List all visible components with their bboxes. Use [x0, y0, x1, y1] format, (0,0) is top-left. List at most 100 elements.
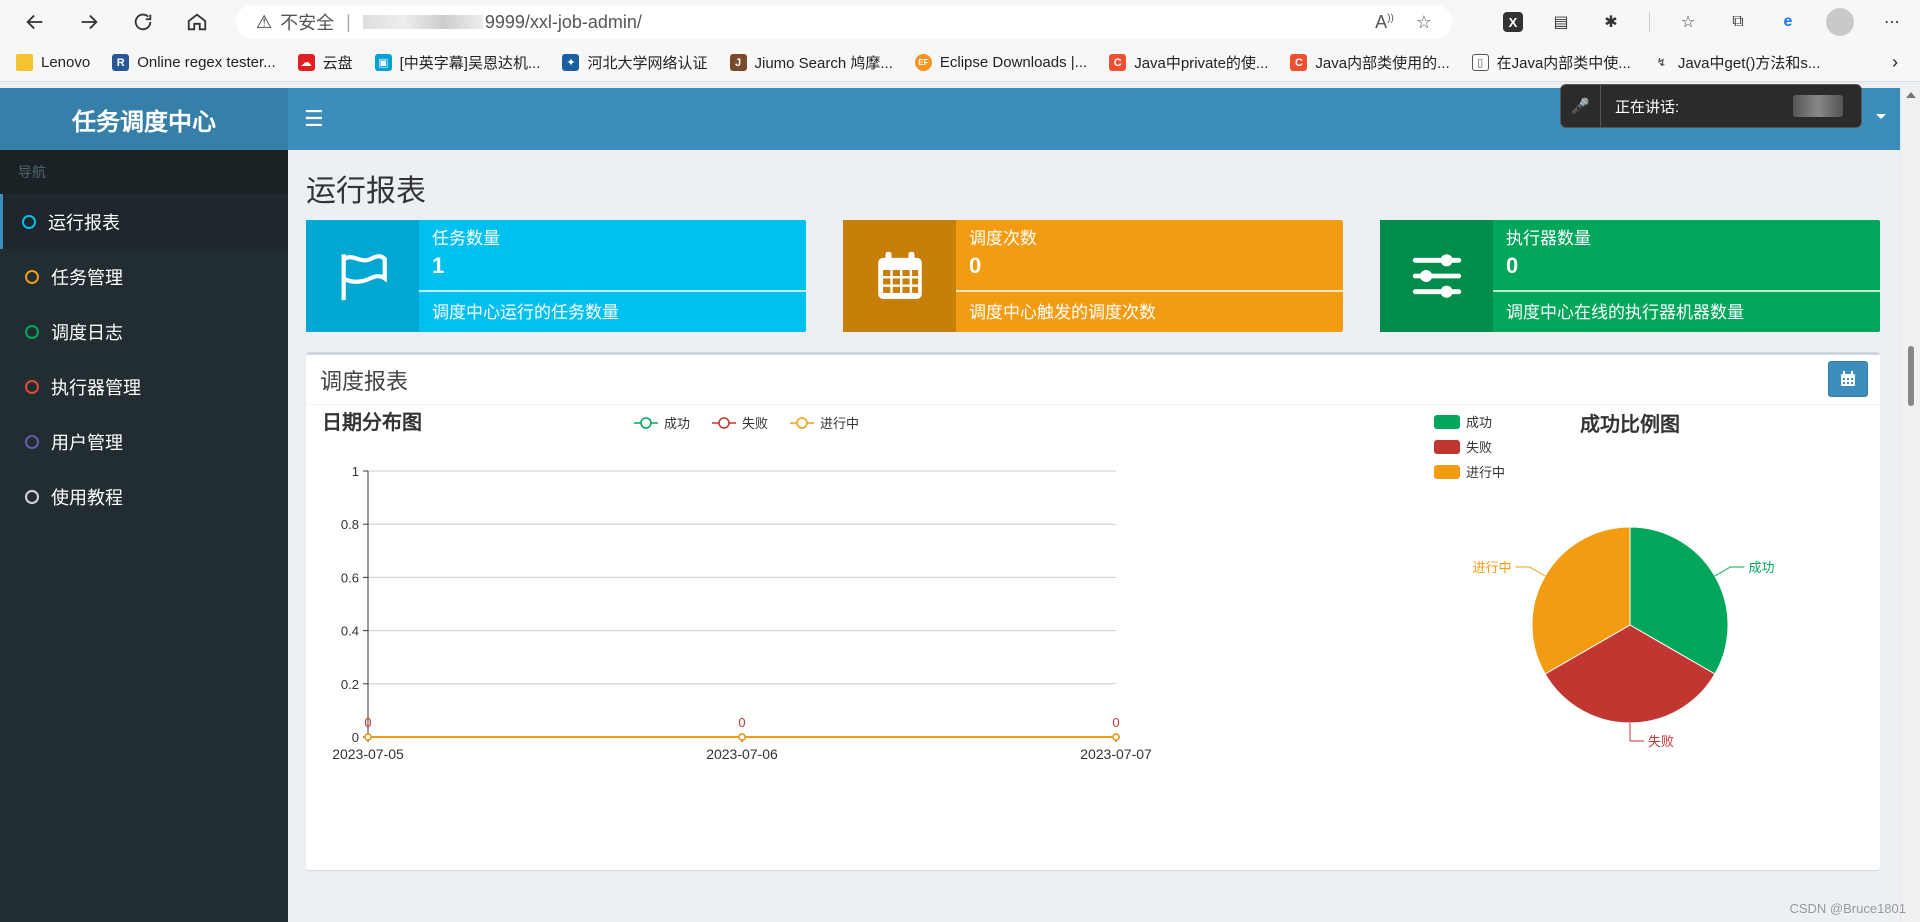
url-text: 9999/xxl-job-admin/	[484, 11, 642, 32]
legend-swatch	[1434, 415, 1460, 429]
sidebar-item-label: 执行器管理	[51, 377, 141, 398]
legend-marker	[718, 417, 730, 429]
sidebar-item[interactable]: 执行器管理	[0, 359, 288, 414]
calendar-icon	[843, 220, 956, 332]
legend-label: 成功	[1466, 415, 1492, 430]
insecure-label: 不安全	[280, 13, 335, 33]
bookmark-item[interactable]: ↯ Java中get()方法和s...	[1653, 52, 1821, 73]
bookmark-label: Java内部类使用的...	[1315, 55, 1450, 72]
date-range-button[interactable]	[1828, 361, 1868, 397]
bookmark-label: [中英字幕]吴恩达机...	[399, 55, 541, 72]
profile-avatar[interactable]	[1826, 8, 1854, 36]
bookmark-label: Eclipse Downloads |...	[939, 54, 1088, 71]
bookmark-item[interactable]: C Java中private的使...	[1109, 52, 1268, 73]
favorites-icon[interactable]: ☆	[1676, 10, 1700, 34]
legend-swatch	[1434, 440, 1460, 454]
x-tick-label: 2023-07-07	[1080, 746, 1152, 762]
page-scrollbar[interactable]	[1900, 88, 1920, 922]
csdn-icon: C	[1109, 54, 1127, 71]
collections-icon[interactable]: ⧉	[1726, 10, 1750, 34]
speaking-indicator: 🎤 正在讲话:	[1560, 84, 1862, 128]
add-favorite-icon[interactable]: ☆	[1416, 12, 1432, 33]
sidebar-item-label: 使用教程	[51, 487, 123, 508]
circle-icon	[25, 379, 39, 394]
doc-icon: ▯	[1471, 54, 1489, 71]
sliders-icon	[1380, 220, 1493, 332]
home-icon	[187, 13, 207, 31]
read-aloud-icon[interactable]: A))	[1375, 12, 1394, 33]
circle-icon	[25, 269, 39, 284]
info-box-description: 调度中心触发的调度次数	[969, 303, 1156, 322]
legend-swatch	[1434, 465, 1460, 479]
refresh-button[interactable]	[128, 7, 158, 37]
sidebar-item[interactable]: 使用教程	[0, 469, 288, 524]
tv-icon: ▣	[374, 54, 392, 71]
info-box-content: 执行器数量 0 调度中心在线的执行器机器数量	[1493, 220, 1880, 332]
regex-site-icon: R	[112, 54, 130, 71]
sidebar-item[interactable]: 任务管理	[0, 249, 288, 304]
refresh-icon	[134, 13, 152, 31]
bookmark-label: 在Java内部类中使...	[1496, 55, 1631, 72]
data-point	[1112, 733, 1120, 741]
chart-title: 日期分布图	[322, 410, 422, 434]
scroll-up-icon[interactable]	[1906, 92, 1916, 98]
eclipse-icon: EF	[914, 54, 932, 71]
folder-icon	[16, 54, 33, 71]
legend-label: 进行中	[1466, 465, 1505, 480]
data-point	[364, 733, 372, 741]
info-box-executor-count: 执行器数量 0 调度中心在线的执行器机器数量	[1380, 220, 1880, 332]
bookmark-item[interactable]: J Jiumo Search 鸠摩...	[729, 52, 893, 73]
bookmark-label: Lenovo	[41, 54, 91, 71]
ie-mode-icon[interactable]: e	[1776, 10, 1800, 34]
data-point	[738, 733, 746, 741]
pie-label: 失败	[1648, 734, 1674, 749]
sidebar-menu: 运行报表 任务管理 调度日志执行器管理用户管理使用教程	[0, 194, 288, 524]
back-button[interactable]	[20, 7, 50, 37]
bookmark-item[interactable]: C Java内部类使用的...	[1290, 52, 1450, 73]
home-button[interactable]	[182, 7, 212, 37]
circle-icon	[25, 489, 39, 504]
csdn-icon: C	[1290, 54, 1308, 71]
bookmark-item[interactable]: R Online regex tester...	[112, 54, 276, 71]
bookmark-item[interactable]: ▯ 在Java内部类中使...	[1471, 52, 1631, 73]
globe-icon: ✦	[562, 54, 580, 71]
pie-leader-line	[1629, 723, 1644, 742]
bookmark-item[interactable]: ▣ [中英字幕]吴恩达机...	[374, 52, 541, 73]
info-box-schedule-count: 调度次数 0 调度中心触发的调度次数	[843, 220, 1343, 332]
mic-muted-icon[interactable]: 🎤	[1561, 85, 1601, 127]
sidebar-item[interactable]: 运行报表	[0, 194, 288, 249]
address-separator: |	[346, 11, 351, 32]
app-logo[interactable]: 任务调度中心	[0, 88, 288, 150]
bookmark-label: Java中private的使...	[1134, 55, 1269, 72]
chart-title: 成功比例图	[1580, 412, 1680, 436]
host-redacted	[362, 15, 483, 29]
sidebar-item[interactable]: 调度日志	[0, 304, 288, 359]
bookmark-item[interactable]: ✦ 河北大学网络认证	[562, 52, 708, 73]
bookmark-item[interactable]: EF Eclipse Downloads |...	[914, 54, 1088, 71]
caret-down-icon[interactable]	[1876, 114, 1886, 119]
extension-x-icon[interactable]: X	[1503, 12, 1523, 32]
forward-button[interactable]	[74, 7, 104, 37]
legend-label: 失败	[1466, 440, 1492, 455]
bookmark-item[interactable]: ☁ 云盘	[297, 52, 353, 73]
data-label: 0	[364, 715, 371, 730]
warning-icon: ⚠	[256, 11, 273, 32]
extensions-icon[interactable]: ✱	[1599, 10, 1623, 34]
main-content: 运行报表 任务数量 1 调度中心运行的任务数量 调度次数 0 调度中心触发的调度…	[288, 150, 1900, 922]
chevron-right-icon[interactable]: ›	[1892, 52, 1898, 73]
jiumo-icon: J	[729, 54, 747, 71]
schedule-report-box: 调度报表 日期分布图 成功 失败 进行中 0 0.2 0.4 0.6 0.8 1 2023-07-0…	[306, 352, 1880, 870]
circle-icon	[25, 434, 39, 449]
reading-list-icon[interactable]: ▤	[1549, 10, 1573, 34]
speaking-label: 正在讲话:	[1615, 98, 1680, 116]
legend-label: 成功	[664, 416, 690, 431]
more-menu-icon[interactable]: ⋯	[1880, 10, 1904, 34]
sidebar-item[interactable]: 用户管理	[0, 414, 288, 469]
scrollbar-thumb[interactable]	[1908, 346, 1914, 406]
sidebar-toggle-icon[interactable]: ☰	[304, 106, 324, 132]
address-bar[interactable]: ⚠ 不安全 | 9999/xxl-job-admin/ A)) ☆	[236, 5, 1452, 39]
bookmark-label: Online regex tester...	[137, 54, 276, 71]
bookmark-item[interactable]: Lenovo	[16, 54, 90, 71]
bird-icon: ↯	[1656, 57, 1666, 69]
info-box-progress	[419, 290, 806, 292]
